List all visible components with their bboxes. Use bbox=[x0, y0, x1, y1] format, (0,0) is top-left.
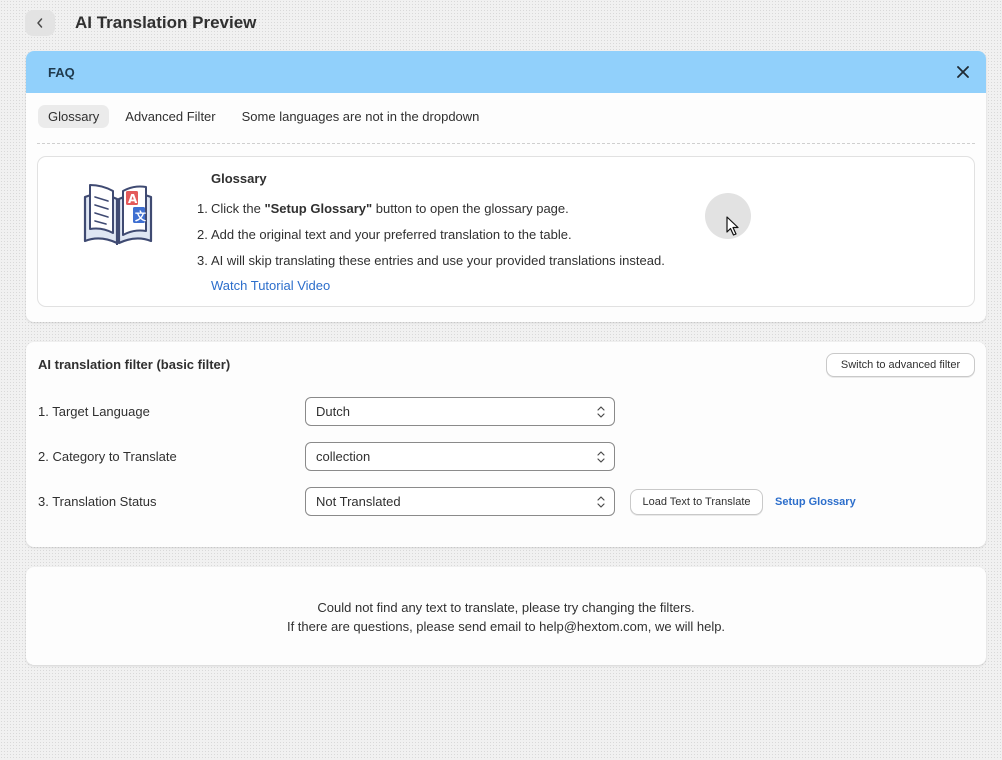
translation-status-label: 3. Translation Status bbox=[38, 494, 157, 509]
faq-title: FAQ bbox=[48, 64, 75, 80]
chevron-left-icon bbox=[37, 18, 43, 28]
svg-text:A: A bbox=[128, 192, 138, 206]
watch-tutorial-link[interactable]: Watch Tutorial Video bbox=[211, 278, 330, 293]
faq-tabs: Glossary Advanced Filter Some languages … bbox=[38, 105, 489, 128]
setup-glossary-link[interactable]: Setup Glossary bbox=[775, 496, 856, 508]
tab-glossary[interactable]: Glossary bbox=[38, 105, 110, 128]
target-language-select[interactable]: Dutch bbox=[305, 397, 615, 426]
glossary-title: Glossary bbox=[211, 171, 267, 186]
tab-advanced-filter[interactable]: Advanced Filter bbox=[115, 105, 225, 128]
list-item: 1. Click the "Setup Glossary" button to o… bbox=[197, 201, 569, 216]
mouse-cursor-icon bbox=[726, 216, 739, 236]
list-item: 2. Add the original text and your preferr… bbox=[197, 227, 572, 242]
empty-state-message: Could not find any text to translate, pl… bbox=[286, 600, 726, 634]
page-header: AI Translation Preview bbox=[25, 9, 256, 37]
category-select[interactable]: collection bbox=[305, 442, 615, 471]
page-title: AI Translation Preview bbox=[75, 13, 257, 32]
category-label: 2. Category to Translate bbox=[38, 449, 177, 464]
select-arrows-icon bbox=[597, 406, 605, 418]
filter-card: AI translation filter (basic filter) Swi… bbox=[26, 342, 986, 547]
svg-text:文: 文 bbox=[135, 209, 147, 223]
list-item: 3. AI will skip translating these entries… bbox=[197, 253, 665, 268]
target-language-label: 1. Target Language bbox=[38, 404, 150, 419]
glossary-panel: A 文 Glossary 1. Click the "Setup Glossary… bbox=[37, 156, 975, 307]
book-translation-icon: A 文 bbox=[83, 184, 153, 245]
tabs-divider bbox=[37, 143, 975, 144]
filter-title: AI translation filter (basic filter) bbox=[38, 357, 231, 372]
tab-languages-not-in-dropdown[interactable]: Some languages are not in the dropdown bbox=[232, 105, 490, 128]
load-text-button[interactable]: Load Text to Translate bbox=[630, 489, 763, 515]
faq-card: FAQ Glossary Advanced Filter Some langua… bbox=[26, 51, 986, 322]
close-faq-button[interactable] bbox=[954, 63, 972, 81]
close-icon bbox=[957, 66, 969, 78]
back-button[interactable] bbox=[25, 10, 55, 36]
select-arrows-icon bbox=[597, 496, 605, 508]
glossary-steps: 1. Click the "Setup Glossary" button to o… bbox=[197, 201, 665, 279]
translation-status-select[interactable]: Not Translated bbox=[305, 487, 615, 516]
faq-header: FAQ bbox=[26, 51, 986, 93]
switch-advanced-filter-button[interactable]: Switch to advanced filter bbox=[826, 353, 975, 377]
select-arrows-icon bbox=[597, 451, 605, 463]
empty-state-card: Could not find any text to translate, pl… bbox=[26, 567, 986, 665]
